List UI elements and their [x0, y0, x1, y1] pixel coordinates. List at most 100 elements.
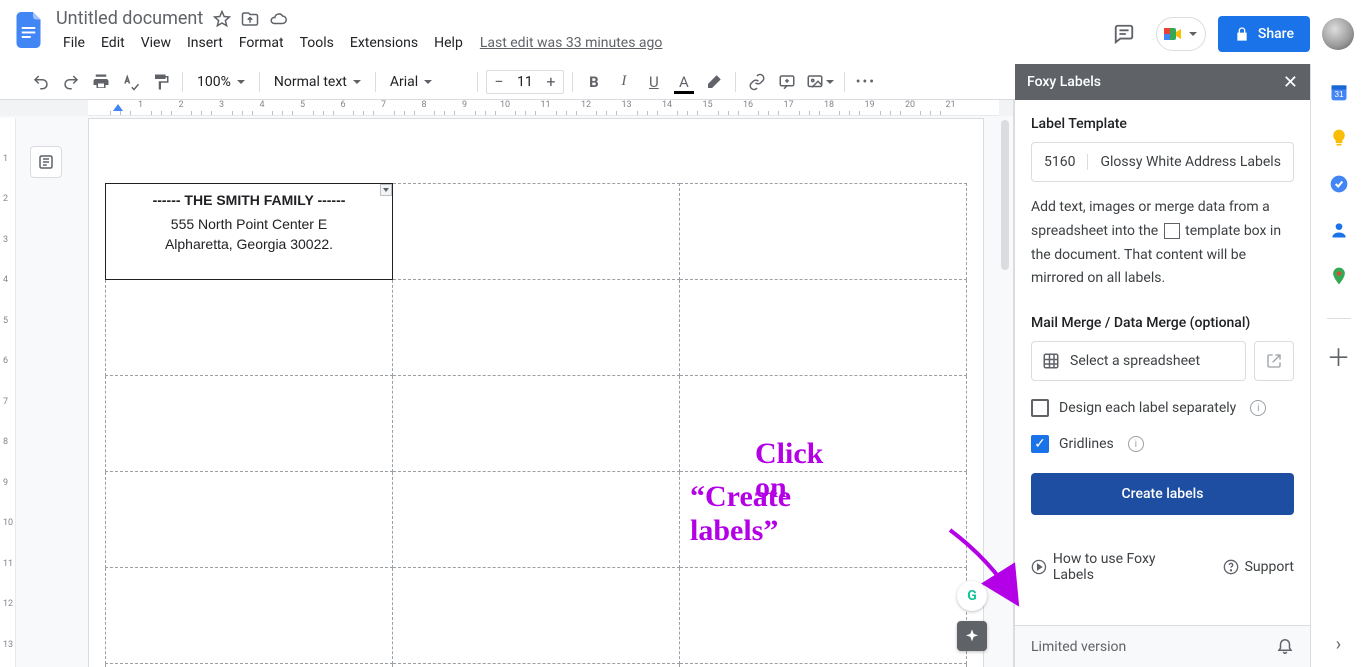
italic-button[interactable]: I: [611, 69, 637, 95]
document-title[interactable]: Untitled document: [56, 8, 203, 29]
font-size-decrease[interactable]: −: [487, 72, 511, 91]
grammarly-icon[interactable]: G: [957, 581, 987, 611]
info-icon[interactable]: i: [1128, 436, 1144, 452]
help-icon: [1223, 559, 1239, 575]
label-cell-3-1[interactable]: [106, 376, 393, 472]
right-side-rail: 31 ＋ ›: [1310, 64, 1366, 667]
footer-text: Limited version: [1031, 639, 1126, 655]
label-cell-1-2[interactable]: [393, 184, 680, 280]
label-cell-2-2[interactable]: [393, 280, 680, 376]
scrollbar[interactable]: [1001, 120, 1009, 659]
font-size-value[interactable]: 11: [511, 74, 539, 90]
label-cell-2-3[interactable]: [680, 280, 967, 376]
select-spreadsheet-label: Select a spreadsheet: [1070, 353, 1200, 369]
document-area: 123456789101112131415161718192021 123456…: [0, 100, 1014, 667]
text-color-button[interactable]: A: [671, 69, 697, 95]
label-cell-4-1[interactable]: [106, 472, 393, 568]
label-cell-6-2[interactable]: [393, 664, 680, 667]
calendar-icon[interactable]: 31: [1329, 82, 1349, 102]
create-labels-button[interactable]: Create labels: [1031, 473, 1294, 515]
insert-link-button[interactable]: [744, 69, 770, 95]
bold-button[interactable]: B: [581, 69, 607, 95]
undo-button[interactable]: [28, 69, 54, 95]
gridlines-checkbox[interactable]: ✓: [1031, 435, 1049, 453]
label-cell-3-3[interactable]: [680, 376, 967, 472]
template-help-text: Add text, images or merge data from a sp…: [1031, 196, 1294, 291]
last-edit-link[interactable]: Last edit was 33 minutes ago: [480, 35, 663, 51]
font-value: Arial: [390, 74, 418, 90]
font-select[interactable]: Arial: [384, 69, 469, 95]
add-addon-icon[interactable]: ＋: [1329, 345, 1349, 365]
label-cell-1-1[interactable]: ------ THE SMITH FAMILY ------ 555 North…: [106, 184, 393, 280]
label-cell-3-2[interactable]: [393, 376, 680, 472]
menu-insert[interactable]: Insert: [180, 31, 230, 55]
template-box-icon: [1164, 223, 1180, 239]
share-button[interactable]: Share: [1218, 16, 1310, 52]
title-area: Untitled document File Edit View Insert …: [56, 8, 662, 55]
gridlines-label: Gridlines: [1059, 436, 1114, 452]
comments-icon[interactable]: [1104, 14, 1144, 54]
menu-tools[interactable]: Tools: [293, 31, 341, 55]
label-name-line: ------ THE SMITH FAMILY ------: [114, 192, 384, 208]
design-each-checkbox[interactable]: [1031, 399, 1049, 417]
menu-edit[interactable]: Edit: [94, 31, 132, 55]
label-cell-5-3[interactable]: [680, 568, 967, 664]
print-button[interactable]: [88, 69, 114, 95]
collapse-rail-button[interactable]: ›: [1336, 634, 1341, 655]
menu-extensions[interactable]: Extensions: [343, 31, 425, 55]
label-cell-4-2[interactable]: [393, 472, 680, 568]
contacts-icon[interactable]: [1329, 220, 1349, 240]
label-cell-1-3[interactable]: [680, 184, 967, 280]
cell-menu-icon[interactable]: [380, 184, 392, 196]
explore-button[interactable]: [957, 621, 987, 651]
menu-format[interactable]: Format: [232, 31, 291, 55]
label-cell-6-3[interactable]: [680, 664, 967, 667]
underline-button[interactable]: U: [641, 69, 667, 95]
style-select[interactable]: Normal text: [268, 69, 367, 95]
share-label: Share: [1258, 26, 1294, 42]
insert-comment-button[interactable]: [774, 69, 800, 95]
insert-image-button[interactable]: [804, 69, 836, 95]
star-icon[interactable]: [213, 10, 231, 28]
chevron-down-icon: [237, 80, 245, 84]
label-cell-5-2[interactable]: [393, 568, 680, 664]
menu-view[interactable]: View: [134, 31, 178, 55]
zoom-select[interactable]: 100%: [191, 69, 251, 95]
account-avatar[interactable]: [1322, 18, 1354, 50]
label-cell-2-1[interactable]: [106, 280, 393, 376]
cloud-status-icon[interactable]: [269, 10, 287, 28]
vertical-ruler[interactable]: 1234567891011121314: [0, 118, 16, 667]
bell-icon[interactable]: [1276, 636, 1294, 658]
horizontal-ruler[interactable]: 123456789101112131415161718192021: [88, 100, 999, 116]
keep-icon[interactable]: [1329, 128, 1349, 148]
document-outline-button[interactable]: [30, 146, 62, 178]
move-icon[interactable]: [241, 10, 259, 28]
label-cell-6-1[interactable]: [106, 664, 393, 667]
template-code: 5160: [1032, 154, 1088, 170]
label-grid: ------ THE SMITH FAMILY ------ 555 North…: [105, 183, 967, 667]
label-addr-line1: 555 North Point Center E: [114, 214, 384, 234]
document-page[interactable]: ------ THE SMITH FAMILY ------ 555 North…: [88, 118, 984, 667]
label-cell-5-1[interactable]: [106, 568, 393, 664]
meet-button[interactable]: [1156, 17, 1206, 51]
docs-logo-icon[interactable]: [12, 12, 48, 48]
menu-file[interactable]: File: [56, 31, 92, 55]
more-toolbar-button[interactable]: •••: [853, 69, 879, 95]
label-cell-4-3[interactable]: [680, 472, 967, 568]
support-link[interactable]: Support: [1223, 551, 1294, 583]
redo-button[interactable]: [58, 69, 84, 95]
tasks-icon[interactable]: [1329, 174, 1349, 194]
paint-format-button[interactable]: [148, 69, 174, 95]
font-size-increase[interactable]: +: [539, 72, 563, 91]
open-spreadsheet-button[interactable]: [1254, 341, 1294, 381]
howto-link[interactable]: How to use Foxy Labels: [1031, 551, 1199, 583]
label-addr-line2: Alpharetta, Georgia 30022.: [114, 234, 384, 254]
maps-icon[interactable]: [1329, 266, 1349, 286]
spellcheck-button[interactable]: [118, 69, 144, 95]
menu-help[interactable]: Help: [427, 31, 470, 55]
close-icon[interactable]: ✕: [1283, 72, 1298, 93]
template-selector[interactable]: 5160 Glossy White Address Labels: [1031, 142, 1294, 182]
select-spreadsheet-button[interactable]: Select a spreadsheet: [1031, 341, 1246, 381]
highlight-button[interactable]: [701, 69, 727, 95]
info-icon[interactable]: i: [1250, 400, 1266, 416]
